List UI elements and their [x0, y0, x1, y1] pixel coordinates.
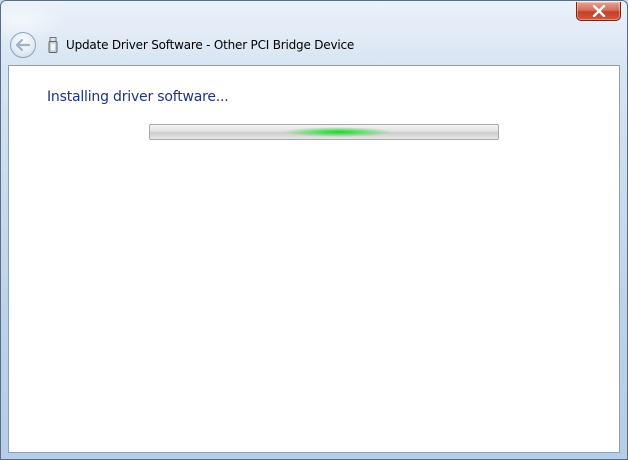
usb-device-icon: [48, 37, 58, 53]
progress-bar: [149, 124, 499, 140]
page-heading: Installing driver software...: [47, 89, 229, 105]
close-button[interactable]: [576, 2, 621, 21]
window-header: Update Driver Software - Other PCI Bridg…: [1, 25, 627, 65]
window-title: Update Driver Software - Other PCI Bridg…: [66, 38, 355, 52]
back-button[interactable]: [10, 32, 36, 58]
progress-indicator: [282, 125, 393, 139]
update-driver-window: Update Driver Software - Other PCI Bridg…: [0, 0, 628, 460]
close-icon: [592, 5, 605, 17]
wizard-content: Installing driver software...: [8, 65, 620, 453]
back-arrow-icon: [15, 38, 31, 52]
